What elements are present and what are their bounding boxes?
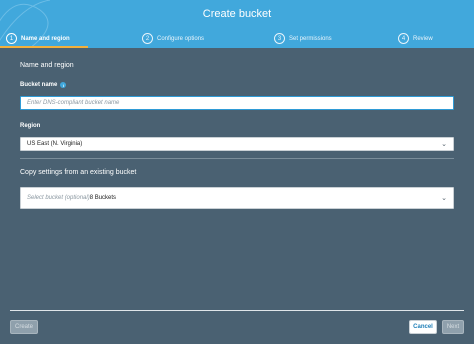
chevron-down-icon: ⌄	[441, 141, 447, 148]
bucket-name-input[interactable]: Enter DNS-compliant bucket name	[20, 96, 454, 110]
create-button[interactable]: Create	[10, 320, 38, 334]
step-label: Set permissions	[289, 35, 332, 42]
region-select[interactable]: US East (N. Virginia) ⌄	[20, 137, 454, 151]
bucket-count: 8 Buckets	[89, 195, 117, 201]
bucket-name-label-text: Bucket name	[20, 82, 58, 88]
chevron-down-icon: ⌄	[441, 195, 447, 202]
active-step-indicator	[0, 46, 88, 48]
step-number: 1	[6, 33, 17, 44]
step-label: Configure options	[157, 35, 205, 42]
step-configure-options[interactable]: 2 Configure options	[142, 29, 204, 48]
copy-settings-label: Copy settings from an existing bucket	[20, 169, 137, 176]
footer-divider	[10, 310, 464, 311]
step-number: 4	[398, 33, 409, 44]
step-number: 2	[142, 33, 153, 44]
bucket-name-placeholder: Enter DNS-compliant bucket name	[27, 100, 120, 106]
section-title: Name and region	[20, 62, 74, 69]
copy-settings-select[interactable]: Select bucket (optional)8 Buckets ⌄	[20, 187, 454, 209]
cancel-button[interactable]: Cancel	[409, 320, 437, 334]
wizard-header: Create bucket 1 Name and region 2 Config…	[0, 0, 474, 48]
region-selected-value: US East (N. Virginia)	[27, 141, 83, 147]
divider	[20, 158, 454, 159]
step-label: Name and region	[21, 35, 70, 42]
step-review[interactable]: 4 Review	[398, 29, 433, 48]
wizard-title: Create bucket	[202, 8, 272, 20]
next-button[interactable]: Next	[442, 320, 464, 334]
region-label: Region	[20, 123, 41, 129]
step-set-permissions[interactable]: 3 Set permissions	[274, 29, 332, 48]
step-number: 3	[274, 33, 285, 44]
step-label: Review	[413, 35, 433, 42]
copy-settings-placeholder: Select bucket (optional)	[27, 195, 90, 201]
info-icon[interactable]: i	[60, 82, 67, 88]
bucket-name-label: Bucket name i	[20, 82, 67, 88]
